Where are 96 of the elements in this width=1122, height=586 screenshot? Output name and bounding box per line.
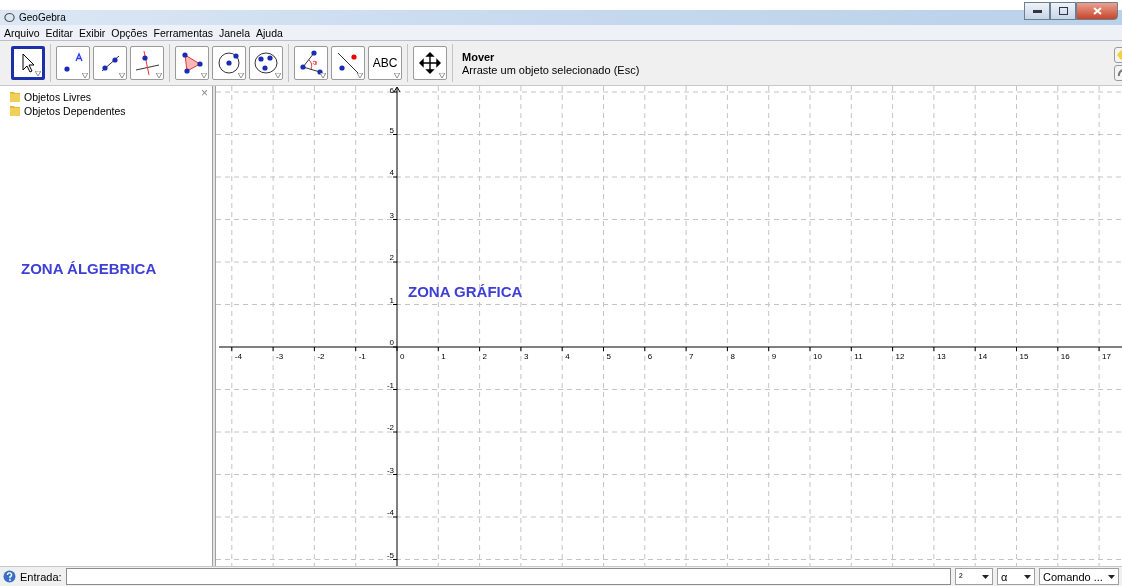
- x-tick-label: 4: [565, 352, 570, 361]
- menu-item[interactable]: Janela: [219, 26, 250, 39]
- tool-name: Mover: [462, 50, 496, 63]
- x-tick-label: 2: [482, 352, 488, 361]
- y-tick-label: 3: [389, 210, 394, 220]
- y-tick-label: -2: [386, 423, 394, 432]
- x-tick-label: 14: [978, 352, 988, 361]
- perpendicular-line-icon: [134, 50, 160, 76]
- tool-button[interactable]: [93, 46, 127, 80]
- close-icon: [1092, 7, 1102, 15]
- angle-icon: [298, 50, 324, 76]
- caret-icon: [1024, 574, 1031, 579]
- help-icon[interactable]: [3, 570, 16, 583]
- x-tick-label: 17: [1102, 352, 1111, 361]
- menu-item[interactable]: Exibir: [79, 26, 106, 39]
- tool-button[interactable]: [294, 46, 328, 80]
- symbol-dropdown[interactable]: ²: [955, 568, 993, 585]
- ellipse-icon: [253, 50, 279, 76]
- menu-item[interactable]: Editar: [45, 26, 74, 39]
- folder-icon: [10, 105, 20, 116]
- tree-item[interactable]: Objetos Dependentes: [24, 104, 126, 117]
- menu-item[interactable]: Opções: [111, 26, 148, 39]
- tool-button[interactable]: [56, 46, 90, 80]
- x-tick-label: 7: [689, 352, 694, 361]
- dropdown-corner-icon: [320, 73, 326, 78]
- caret-icon: [1108, 574, 1115, 579]
- y-tick-label: -5: [386, 550, 394, 560]
- y-tick-label: -4: [386, 508, 394, 517]
- dropdown-corner-icon: [238, 73, 244, 78]
- graphics-caption: ZONA GRÁFICA: [408, 283, 523, 300]
- x-tick-label: -2: [317, 352, 325, 361]
- close-panel-button[interactable]: ×: [201, 86, 208, 100]
- symbol-dropdown[interactable]: Comando ...: [1039, 568, 1119, 585]
- x-tick-label: 15: [1019, 352, 1029, 361]
- dropdown-corner-icon: [35, 71, 41, 76]
- dropdown-corner-icon: [156, 73, 162, 78]
- tool-button[interactable]: [212, 46, 246, 80]
- tool-button[interactable]: ABC: [368, 46, 402, 80]
- caret-icon: [982, 574, 989, 579]
- menu-item[interactable]: Ferramentas: [153, 26, 214, 39]
- y-tick-label: 4: [389, 168, 394, 177]
- x-tick-label: 5: [606, 352, 611, 361]
- dropdown-corner-icon: [201, 73, 207, 78]
- tool-button[interactable]: [413, 46, 447, 80]
- menu-item[interactable]: Arquivo: [4, 26, 40, 39]
- dropdown-corner-icon: [119, 73, 125, 78]
- window-title: GeoGebra: [19, 12, 66, 23]
- x-tick-label: -1: [358, 352, 366, 361]
- app-icon: [4, 12, 15, 23]
- restore-icon: [1058, 7, 1068, 15]
- dropdown-corner-icon: [439, 73, 445, 78]
- x-tick-label: 8: [730, 352, 735, 361]
- y-tick-label: -1: [386, 380, 394, 390]
- y-tick-label: 2: [389, 253, 394, 262]
- x-tick-label: 3: [523, 352, 529, 361]
- maximize-button[interactable]: [1050, 2, 1076, 20]
- tool-button[interactable]: [331, 46, 365, 80]
- tool-button[interactable]: [175, 46, 209, 80]
- x-tick-label: 12: [895, 352, 905, 361]
- tool-button[interactable]: [11, 46, 45, 80]
- x-tick-label: 9: [771, 352, 777, 361]
- triangle-icon: [179, 50, 205, 76]
- minimize-icon: [1032, 9, 1042, 13]
- x-tick-label: -4: [234, 352, 242, 361]
- dropdown-corner-icon: [82, 73, 88, 78]
- reflect-point-icon: [335, 50, 361, 76]
- input-field[interactable]: [65, 568, 951, 585]
- y-tick-label: 5: [389, 125, 394, 135]
- tool-description: Arraste um objeto selecionado (Esc): [462, 63, 640, 76]
- y-tick-label: 0: [389, 338, 394, 347]
- x-tick-label: 6: [647, 352, 653, 361]
- x-tick-label: 16: [1060, 352, 1070, 361]
- y-tick-label: 6: [389, 86, 394, 95]
- menu-item[interactable]: Ajuda: [256, 26, 283, 39]
- x-tick-label: 13: [936, 352, 946, 361]
- x-tick-label: 0: [400, 352, 405, 361]
- algebra-caption: ZONA ÁLGEBRICA: [21, 260, 158, 277]
- minimize-button[interactable]: [1024, 2, 1050, 20]
- tool-button[interactable]: [249, 46, 283, 80]
- tool-button[interactable]: [130, 46, 164, 80]
- y-tick-label: 1: [389, 295, 394, 305]
- move-arrows-icon: [417, 50, 443, 76]
- x-tick-label: 1: [441, 352, 446, 361]
- symbol-dropdown[interactable]: α: [997, 568, 1035, 585]
- dropdown-corner-icon: [275, 73, 281, 78]
- x-tick-label: -3: [276, 352, 284, 361]
- tree-item[interactable]: Objetos Livres: [24, 90, 92, 103]
- input-label: Entrada:: [20, 570, 62, 583]
- y-tick-label: -3: [386, 465, 394, 475]
- folder-icon: [10, 91, 20, 102]
- circle-icon: [216, 50, 242, 76]
- dropdown-corner-icon: [357, 73, 363, 78]
- x-tick-label: 10: [813, 352, 822, 361]
- x-tick-label: 11: [854, 352, 863, 361]
- close-button[interactable]: [1076, 2, 1118, 20]
- dropdown-corner-icon: [394, 73, 400, 78]
